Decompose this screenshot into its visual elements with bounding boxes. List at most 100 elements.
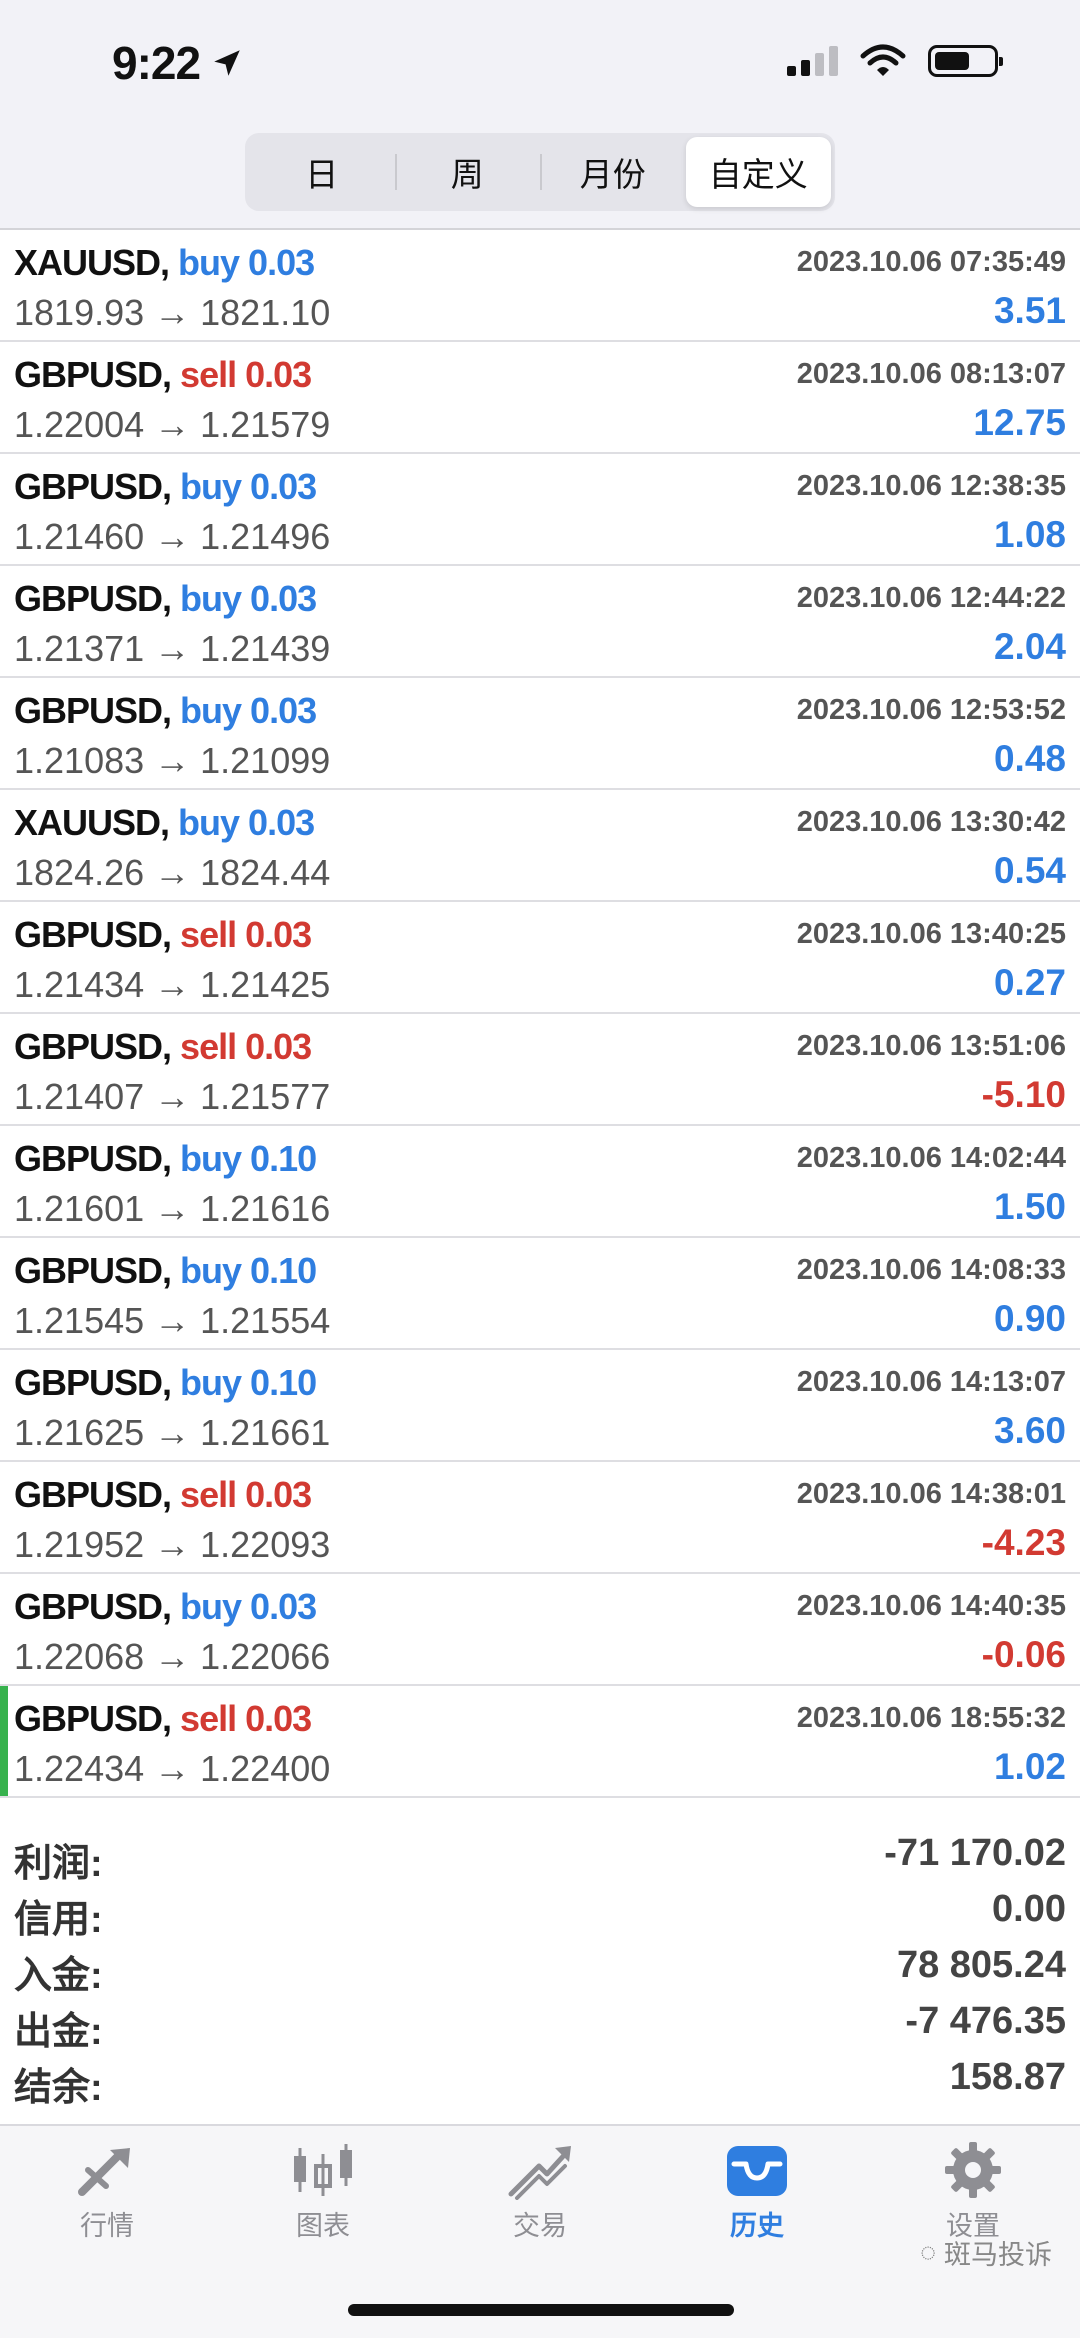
- deals-list: XAUUSD, buy 0.03 2023.10.06 07:35:49 1819.…: [0, 230, 1080, 1798]
- deal-action: sell 0.03: [180, 354, 312, 395]
- status-icons: [787, 44, 1003, 78]
- summary-row: 出金: -7 476.35: [0, 1996, 1080, 2053]
- summary-label: 入金:: [14, 1955, 103, 1997]
- deal-action: buy 0.10: [180, 1250, 317, 1291]
- summary-label: 结余:: [14, 2067, 103, 2109]
- deal-row[interactable]: GBPUSD, buy 0.03 2023.10.06 12:53:52 1.210…: [0, 678, 1080, 790]
- deal-prices: 1.21601 → 1.21616: [14, 1188, 331, 1229]
- bottom-tab-bar: 行情 图表 交易 历史 设置 ◌ 斑马投诉: [0, 2124, 1080, 2338]
- tab-trade[interactable]: 交易: [465, 2140, 615, 2243]
- deal-prices: 1.21371 → 1.21439: [14, 628, 331, 669]
- tab-chart[interactable]: 图表: [248, 2140, 398, 2243]
- deal-row[interactable]: GBPUSD, buy 0.10 2023.10.06 14:08:33 1.215…: [0, 1238, 1080, 1350]
- deal-profit: 3.51: [993, 290, 1066, 331]
- deal-row[interactable]: GBPUSD, buy 0.03 2023.10.06 12:38:35 1.214…: [0, 454, 1080, 566]
- deal-symbol: GBPUSD, sell 0.03: [14, 914, 312, 956]
- deal-symbol: GBPUSD, buy 0.10: [14, 1250, 317, 1292]
- deal-profit: 1.02: [993, 1746, 1066, 1787]
- deal-prices: 1824.26 → 1824.44: [14, 852, 331, 893]
- deal-symbol-text: GBPUSD,: [14, 1138, 172, 1179]
- deal-time: 2023.10.06 12:38:35: [796, 470, 1066, 502]
- deal-symbol: GBPUSD, buy 0.03: [14, 578, 317, 620]
- tab-trade-label: 交易: [513, 2211, 567, 2241]
- deal-row[interactable]: GBPUSD, sell 0.03 2023.10.06 13:40:25 1.21…: [0, 902, 1080, 1014]
- deal-time: 2023.10.06 07:35:49: [796, 246, 1066, 278]
- deal-profit: -5.10: [981, 1074, 1066, 1115]
- deal-row[interactable]: GBPUSD, buy 0.10 2023.10.06 14:13:07 1.216…: [0, 1350, 1080, 1462]
- deal-row[interactable]: GBPUSD, buy 0.03 2023.10.06 14:40:35 1.220…: [0, 1574, 1080, 1686]
- deal-time: 2023.10.06 14:08:33: [796, 1254, 1066, 1286]
- tab-day[interactable]: 日: [249, 137, 395, 207]
- deal-prices: 1.21083 → 1.21099: [14, 740, 331, 781]
- deal-symbol: XAUUSD, buy 0.03: [14, 242, 315, 284]
- candlestick-chart-icon: [294, 2144, 352, 2196]
- deal-time: 2023.10.06 13:40:25: [796, 918, 1066, 950]
- tab-custom[interactable]: 自定义: [685, 137, 831, 207]
- quotes-arrows-icon: [78, 2148, 130, 2196]
- deal-symbol-text: GBPUSD,: [14, 578, 172, 619]
- deal-row[interactable]: XAUUSD, buy 0.03 2023.10.06 07:35:49 1819.…: [0, 230, 1080, 342]
- deal-symbol-text: GBPUSD,: [14, 1586, 172, 1627]
- deal-row[interactable]: GBPUSD, buy 0.03 2023.10.06 12:44:22 1.213…: [0, 566, 1080, 678]
- deal-action: buy 0.03: [180, 578, 317, 619]
- deal-row[interactable]: GBPUSD, buy 0.10 2023.10.06 14:02:44 1.216…: [0, 1126, 1080, 1238]
- deal-symbol: GBPUSD, buy 0.03: [14, 1586, 317, 1628]
- deal-action: sell 0.03: [180, 914, 312, 955]
- deal-row[interactable]: XAUUSD, buy 0.03 2023.10.06 13:30:42 1824.…: [0, 790, 1080, 902]
- deal-symbol: GBPUSD, buy 0.10: [14, 1138, 317, 1180]
- deal-time: 2023.10.06 13:30:42: [796, 806, 1066, 838]
- summary-value: 0.00: [992, 1888, 1066, 1930]
- deal-time: 2023.10.06 18:55:32: [796, 1702, 1066, 1734]
- deal-prices: 1.21545 → 1.21554: [14, 1300, 331, 1341]
- home-indicator[interactable]: [348, 2304, 734, 2316]
- deal-profit: 12.75: [973, 402, 1066, 443]
- deal-profit: 0.48: [993, 738, 1066, 779]
- deal-row[interactable]: GBPUSD, sell 0.03 2023.10.06 18:55:32 1.22…: [0, 1686, 1080, 1798]
- trade-trend-icon: [508, 2146, 571, 2200]
- tab-settings[interactable]: 设置: [898, 2140, 1048, 2243]
- deal-time: 2023.10.06 14:02:44: [796, 1142, 1066, 1174]
- deal-action: buy 0.03: [180, 690, 317, 731]
- tab-history[interactable]: 历史: [682, 2140, 832, 2243]
- deal-prices: 1.22004 → 1.21579: [14, 404, 331, 445]
- deal-profit: -0.06: [981, 1634, 1066, 1675]
- summary-label: 利润:: [14, 1843, 103, 1885]
- deal-profit: 0.27: [993, 962, 1066, 1003]
- deal-symbol-text: GBPUSD,: [14, 1474, 172, 1515]
- deal-row[interactable]: GBPUSD, sell 0.03 2023.10.06 08:13:07 1.22…: [0, 342, 1080, 454]
- deal-row[interactable]: GBPUSD, sell 0.03 2023.10.06 13:51:06 1.21…: [0, 1014, 1080, 1126]
- tab-history-label: 历史: [730, 2211, 784, 2241]
- deal-action: buy 0.03: [178, 242, 315, 283]
- deal-action: sell 0.03: [180, 1698, 312, 1739]
- deal-profit: 2.04: [993, 626, 1066, 667]
- deal-symbol: GBPUSD, sell 0.03: [14, 1026, 312, 1068]
- summary-value: -7 476.35: [905, 2000, 1066, 2042]
- period-header: 日 周 月份 自定义: [0, 130, 1080, 228]
- battery-icon: [928, 45, 1003, 77]
- deal-time: 2023.10.06 14:38:01: [796, 1478, 1066, 1510]
- deal-symbol: GBPUSD, buy 0.03: [14, 690, 317, 732]
- wifi-icon: [860, 44, 906, 76]
- deal-symbol: GBPUSD, sell 0.03: [14, 1698, 312, 1740]
- gear-icon: [945, 2142, 1001, 2198]
- tab-quotes[interactable]: 行情: [32, 2140, 182, 2243]
- deal-prices: 1.21460 → 1.21496: [14, 516, 331, 557]
- wechat-icon: ◌: [919, 2237, 936, 2267]
- deal-symbol-text: GBPUSD,: [14, 354, 172, 395]
- tab-month[interactable]: 月份: [540, 137, 686, 207]
- history-tray-icon: [727, 2146, 787, 2196]
- status-time-text: 9:22: [112, 37, 201, 89]
- deal-row[interactable]: GBPUSD, sell 0.03 2023.10.06 14:38:01 1.21…: [0, 1462, 1080, 1574]
- deal-profit: -4.23: [981, 1522, 1066, 1563]
- tab-quotes-label: 行情: [80, 2211, 134, 2241]
- deal-symbol-text: GBPUSD,: [14, 1250, 172, 1291]
- deal-action: buy 0.03: [180, 1586, 317, 1627]
- deal-prices: 1819.93 → 1821.10: [14, 292, 331, 333]
- location-arrow-icon: [214, 50, 240, 76]
- deal-symbol: GBPUSD, buy 0.10: [14, 1362, 317, 1404]
- summary-row: 利润: -71 170.02: [0, 1828, 1080, 1885]
- watermark: ◌ 斑马投诉: [920, 2233, 1052, 2272]
- summary-value: -71 170.02: [884, 1832, 1066, 1874]
- tab-week[interactable]: 周: [394, 137, 541, 207]
- deal-symbol-text: XAUUSD,: [14, 242, 170, 283]
